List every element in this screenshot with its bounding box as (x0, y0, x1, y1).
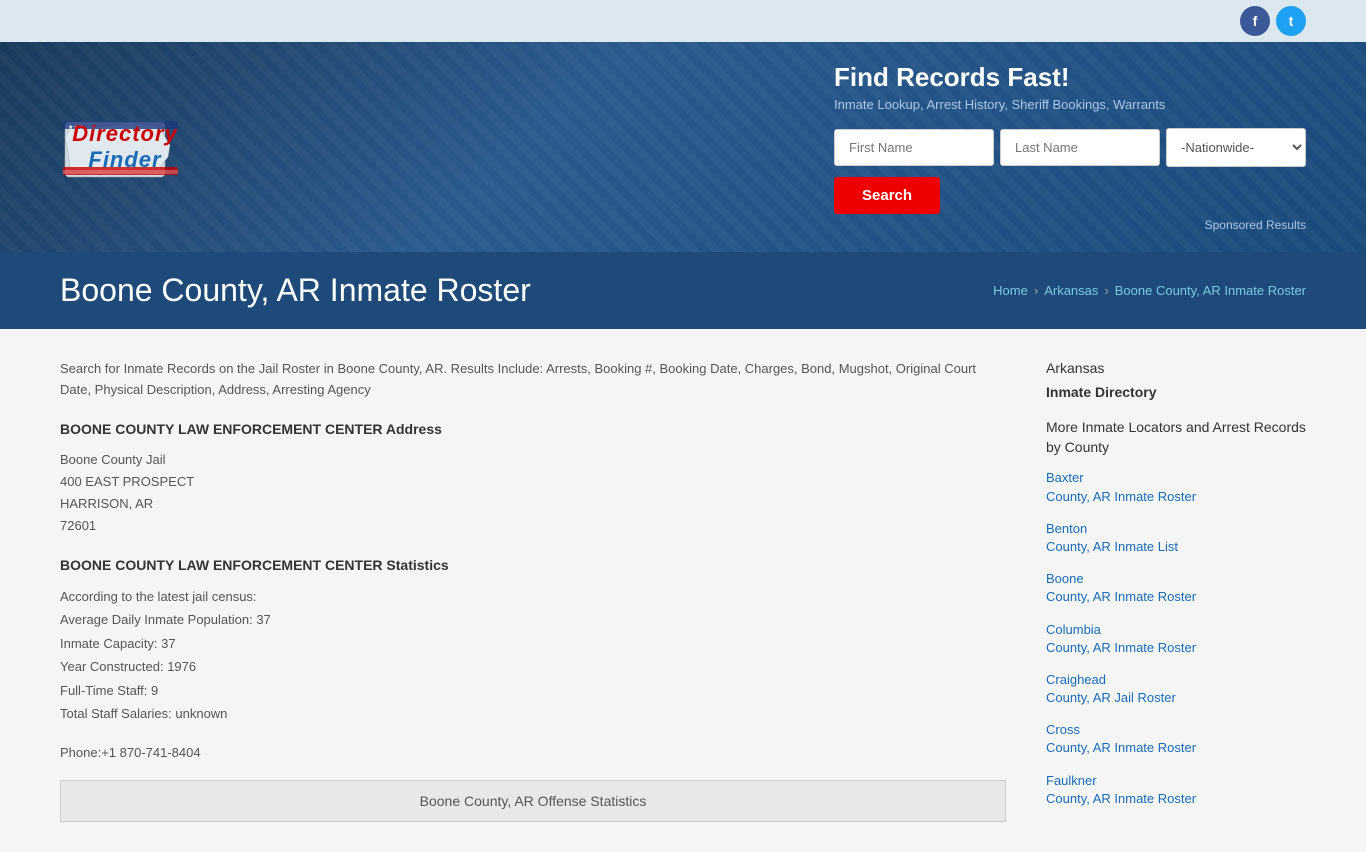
breadcrumb-home[interactable]: Home (993, 283, 1028, 298)
address-line-4: 72601 (60, 515, 1006, 537)
stats-line-5: Total Staff Salaries: unknown (60, 702, 1006, 725)
stats-line-1: Average Daily Inmate Population: 37 (60, 608, 1006, 631)
first-name-input[interactable] (834, 129, 994, 166)
search-area: Find Records Fast! Inmate Lookup, Arrest… (834, 62, 1306, 232)
stats-section-title: BOONE COUNTY LAW ENFORCEMENT CENTER Stat… (60, 557, 1006, 573)
logo-area: ★★★ Directory Finder (60, 107, 190, 187)
sidebar-link-benton[interactable]: Benton County, AR Inmate List (1046, 520, 1306, 556)
page-title: Boone County, AR Inmate Roster (60, 272, 531, 309)
address-section-title: BOONE COUNTY LAW ENFORCEMENT CENTER Addr… (60, 421, 1006, 437)
search-button[interactable]: Search (834, 177, 940, 214)
logo-map: ★★★ Directory Finder (60, 107, 190, 187)
breadcrumb-sep-2: › (1104, 283, 1108, 298)
main-content: Search for Inmate Records on the Jail Ro… (0, 329, 1366, 852)
last-name-input[interactable] (1000, 129, 1160, 166)
header-subtitle: Inmate Lookup, Arrest History, Sheriff B… (834, 97, 1306, 112)
stats-line-0: According to the latest jail census: (60, 585, 1006, 608)
address-line-1: Boone County Jail (60, 449, 1006, 471)
sidebar-link-columbia[interactable]: Columbia County, AR Inmate Roster (1046, 621, 1306, 657)
facebook-icon[interactable]: f (1240, 6, 1270, 36)
phone-block: Phone:+1 870-741-8404 (60, 745, 1006, 760)
breadcrumb-sep-1: › (1034, 283, 1038, 298)
twitter-icon[interactable]: t (1276, 6, 1306, 36)
find-records-heading: Find Records Fast! (834, 62, 1306, 93)
sidebar-link-faulkner[interactable]: Faulkner County, AR Inmate Roster (1046, 772, 1306, 808)
stats-block: According to the latest jail census: Ave… (60, 585, 1006, 725)
breadcrumb: Home › Arkansas › Boone County, AR Inmat… (993, 283, 1306, 298)
state-dropdown[interactable]: -Nationwide- (1166, 128, 1306, 167)
breadcrumb-current[interactable]: Boone County, AR Inmate Roster (1115, 283, 1306, 298)
search-inputs: -Nationwide- (834, 128, 1306, 167)
sidebar-more-label: More Inmate Locators and Arrest Records … (1046, 418, 1306, 457)
stats-line-2: Inmate Capacity: 37 (60, 632, 1006, 655)
stats-line-3: Year Constructed: 1976 (60, 655, 1006, 678)
header: ★★★ Directory Finder Find Records Fast! … (0, 42, 1366, 252)
offense-table-header: Boone County, AR Offense Statistics (60, 780, 1006, 822)
sidebar-link-craighead[interactable]: Craighead County, AR Jail Roster (1046, 671, 1306, 707)
sidebar-link-boone[interactable]: Boone County, AR Inmate Roster (1046, 570, 1306, 606)
address-line-2: 400 EAST PROSPECT (60, 471, 1006, 493)
breadcrumb-state[interactable]: Arkansas (1044, 283, 1098, 298)
sidebar-directory-label: Inmate Directory (1046, 383, 1306, 403)
page-title-bar: Boone County, AR Inmate Roster Home › Ar… (0, 252, 1366, 329)
social-bar: f t (0, 0, 1366, 42)
sidebar-links: More Inmate Locators and Arrest Records … (1046, 418, 1306, 808)
address-line-3: HARRISON, AR (60, 493, 1006, 515)
intro-text: Search for Inmate Records on the Jail Ro… (60, 359, 1006, 401)
sidebar-link-baxter[interactable]: Baxter County, AR Inmate Roster (1046, 469, 1306, 505)
address-block: Boone County Jail 400 EAST PROSPECT HARR… (60, 449, 1006, 537)
sidebar-state-label: Arkansas (1046, 359, 1306, 379)
stats-line-4: Full-Time Staff: 9 (60, 679, 1006, 702)
logo-text: Directory Finder (72, 121, 178, 173)
content-left: Search for Inmate Records on the Jail Ro… (60, 359, 1046, 822)
sidebar: Arkansas Inmate Directory More Inmate Lo… (1046, 359, 1306, 822)
sidebar-link-cross[interactable]: Cross County, AR Inmate Roster (1046, 721, 1306, 757)
sponsored-label: Sponsored Results (834, 218, 1306, 232)
